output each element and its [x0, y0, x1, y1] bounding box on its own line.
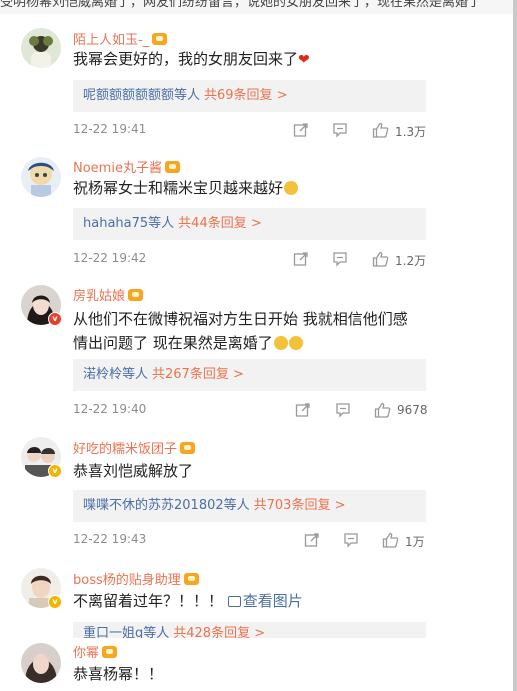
avatar[interactable]	[21, 643, 61, 683]
share-icon[interactable]	[304, 532, 320, 551]
comment-icon[interactable]	[332, 251, 348, 270]
reply-summary[interactable]: hahaha75等人 共44条回复 >	[73, 208, 426, 240]
reply-summary[interactable]: 喋喋不休的苏苏201802等人 共703条回复 >	[73, 490, 426, 522]
thumbs-up-icon[interactable]	[382, 532, 399, 551]
comment-text: 从他们不在微博祝福对方生日开始 我就相信他们感 情出问题了 现在果然是离婚了	[73, 310, 408, 352]
comment-icon[interactable]	[343, 532, 359, 551]
heart-emoji-icon: ❤	[298, 52, 310, 68]
share-icon[interactable]	[295, 402, 311, 421]
share-icon[interactable]	[293, 251, 309, 270]
username[interactable]: boss杨的贴身助理	[73, 569, 199, 588]
comment-text: 不离留着过年？！！！ 查看图片	[73, 592, 303, 610]
reply-summary[interactable]: 渃柃柃等人 共267条回复 >	[73, 359, 426, 391]
vip-crown-icon	[152, 33, 168, 45]
thumbs-up-icon[interactable]	[372, 122, 389, 141]
username[interactable]: 房乳姑娘	[73, 285, 144, 304]
comment-meta: 12-22 19:43 1万	[73, 532, 425, 551]
thumbs-up-icon[interactable]	[374, 402, 391, 421]
verified-badge-icon: v	[48, 595, 62, 609]
comment-meta: 12-22 19:42 1.2万	[73, 251, 427, 270]
thumbs-up-icon[interactable]	[372, 251, 389, 270]
comment-text: 我幂会更好的，我的女朋友回来了❤	[73, 50, 310, 68]
vip-crown-icon	[102, 646, 118, 658]
share-icon[interactable]	[293, 122, 309, 141]
comment-meta: 12-22 19:40 9678	[73, 402, 428, 420]
verified-badge-icon: v	[48, 464, 62, 478]
image-icon	[227, 596, 241, 607]
comment-icon[interactable]	[335, 402, 351, 421]
vip-crown-icon	[128, 289, 144, 301]
verified-badge-icon: v	[48, 312, 62, 326]
reply-summary[interactable]: 呢额额额额额额等人 共69条回复 >	[73, 80, 426, 112]
clipped-header-text: 受明杨幂刘恺威离婚了，网友们纷纷留言，说她的女朋友回来了，现在果然是离婚了	[0, 0, 517, 14]
username[interactable]: 陌上人如玉-_	[73, 29, 168, 48]
view-image-link[interactable]: 查看图片	[227, 592, 303, 610]
avatar[interactable]	[21, 157, 61, 197]
reply-summary[interactable]: 重口一姐q等人 共428条回复 >	[73, 622, 426, 638]
crying-emoji-icon	[288, 336, 303, 350]
vip-crown-icon	[180, 442, 196, 454]
username[interactable]: 你幂	[73, 642, 118, 661]
vip-crown-icon	[183, 573, 199, 585]
comment-text: 恭喜刘恺威解放了	[73, 462, 194, 480]
vip-crown-icon	[164, 161, 180, 173]
scrollbar-edge	[513, 0, 517, 691]
smile-emoji-icon	[284, 181, 299, 195]
comment-text: 恭喜杨幂！！	[73, 665, 164, 683]
crying-emoji-icon	[273, 336, 288, 350]
username[interactable]: Noemie丸子酱	[73, 157, 180, 176]
comment-meta: 12-22 19:41 1.3万	[73, 122, 427, 141]
avatar[interactable]	[21, 28, 61, 68]
comment-icon[interactable]	[332, 122, 348, 141]
username[interactable]: 好吃的糯米饭团子	[73, 438, 196, 457]
comment-text: 祝杨幂女士和糯米宝贝越来越好	[73, 176, 433, 200]
